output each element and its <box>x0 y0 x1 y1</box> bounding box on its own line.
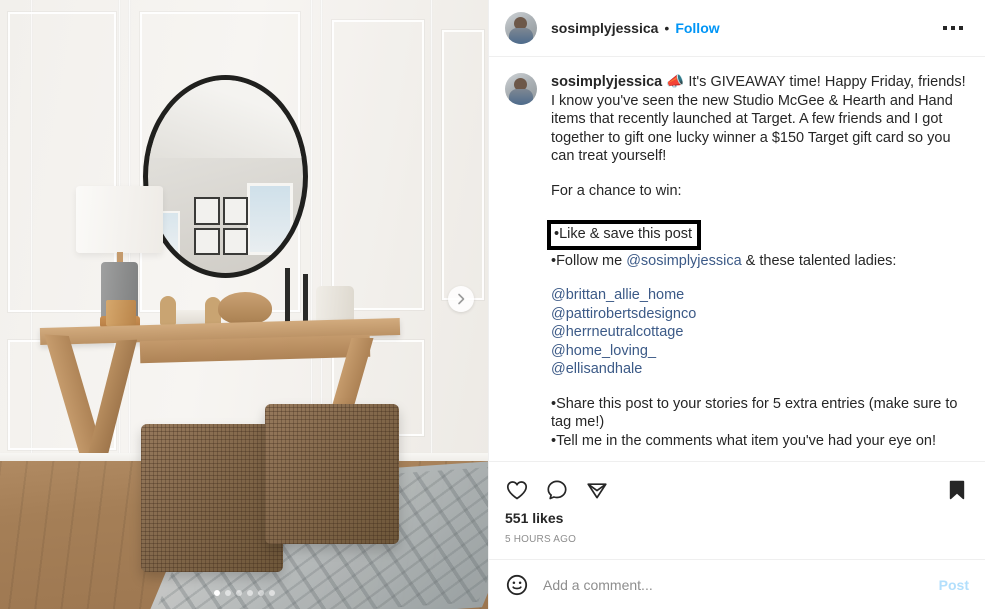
bookmark-icon[interactable] <box>945 478 969 502</box>
caption-share-line: •Share this post to your stories for 5 e… <box>551 395 958 431</box>
woven-bowl-decor <box>218 292 272 325</box>
caption-tell-line: •Tell me in the comments what item you'v… <box>551 432 937 449</box>
mention-brittan-allie-home[interactable]: @brittan_allie_home <box>551 286 969 305</box>
mention-sosimplyjessica[interactable]: @sosimplyjessica <box>626 253 741 269</box>
comment-bar: Post <box>489 559 985 609</box>
header-separator: • <box>664 20 670 36</box>
post-header: sosimplyjessica • Follow <box>489 0 985 57</box>
mention-ellisandhale[interactable]: @ellisandhale <box>551 360 969 379</box>
heart-icon[interactable] <box>505 478 529 502</box>
header-username[interactable]: sosimplyjessica <box>551 20 658 36</box>
woven-ottoman-front <box>141 424 283 572</box>
mention-pattirobertsdesignco[interactable]: @pattirobertsdesignco <box>551 305 969 324</box>
carousel-dot-3[interactable] <box>235 590 242 596</box>
ellipsis-icon[interactable] <box>937 20 969 36</box>
instagram-post: sosimplyjessica • Follow sosimplyjessica… <box>0 0 985 609</box>
caption-closing-lines: •Share this post to your stories for 5 e… <box>551 395 969 451</box>
post-info-pane: sosimplyjessica • Follow sosimplyjessica… <box>488 0 985 609</box>
comment-input[interactable] <box>543 576 929 593</box>
carousel-dot-5[interactable] <box>257 590 264 596</box>
caption-area: sosimplyjessica 📣 It's GIVEAWAY time! Hap… <box>489 57 985 462</box>
follow-button[interactable]: Follow <box>675 20 719 36</box>
likes-count[interactable]: 551 likes <box>505 510 969 526</box>
megaphone-icon: 📣 <box>666 74 685 90</box>
candlestick-left <box>285 268 290 326</box>
caption-username[interactable]: sosimplyjessica <box>551 74 662 90</box>
caption-row: sosimplyjessica 📣 It's GIVEAWAY time! Hap… <box>505 73 969 450</box>
carousel-dot-6[interactable] <box>268 590 275 596</box>
caption-follow-prefix: •Follow me <box>551 252 627 269</box>
share-paperplane-icon[interactable] <box>585 478 609 502</box>
caption-follow-suffix: & these talented ladies: <box>741 252 897 269</box>
round-mirror <box>143 75 308 278</box>
post-timestamp: 5 HOURS AGO <box>505 534 577 545</box>
avatar[interactable] <box>505 12 537 44</box>
post-actions: 551 likes 5 HOURS AGO <box>489 462 985 559</box>
action-icon-row <box>505 470 969 510</box>
emoji-smiley-icon[interactable] <box>505 573 529 597</box>
table-lamp-shade <box>76 186 163 253</box>
candlestick-right <box>303 274 308 326</box>
chevron-right-icon[interactable] <box>448 286 474 312</box>
post-comment-button[interactable]: Post <box>929 577 969 593</box>
caption-paragraph-2: For a chance to win: <box>551 182 682 199</box>
woven-ottoman-back <box>265 404 399 544</box>
caption-avatar[interactable] <box>505 73 537 105</box>
carousel-dot-4[interactable] <box>246 590 253 596</box>
post-media-pane <box>0 0 488 609</box>
caption-mention-list: @brittan_allie_home @pattirobertsdesignc… <box>551 286 969 379</box>
comment-bubble-icon[interactable] <box>545 478 569 502</box>
mention-home-loving[interactable]: @home_loving_ <box>551 342 969 361</box>
carousel-dots <box>0 590 488 596</box>
mention-herrneutralcottage[interactable]: @herrneutralcottage <box>551 323 969 342</box>
highlighted-like-save-instruction: •Like & save this post <box>547 220 702 250</box>
caption-text: sosimplyjessica 📣 It's GIVEAWAY time! Hap… <box>547 73 969 451</box>
brass-pot-decor <box>106 300 136 326</box>
caption-follow-line: •Follow me @sosimplyjessica & these tale… <box>551 252 969 271</box>
caption-entry-rules: •Like & save this post •Follow me @sosim… <box>547 216 969 271</box>
bunny-figurine-left <box>160 296 176 326</box>
carousel-dot-1[interactable] <box>213 590 220 596</box>
caption-paragraph-2-block: For a chance to win: <box>551 182 969 201</box>
carousel-dot-2[interactable] <box>224 590 231 596</box>
post-photo[interactable] <box>0 0 488 609</box>
